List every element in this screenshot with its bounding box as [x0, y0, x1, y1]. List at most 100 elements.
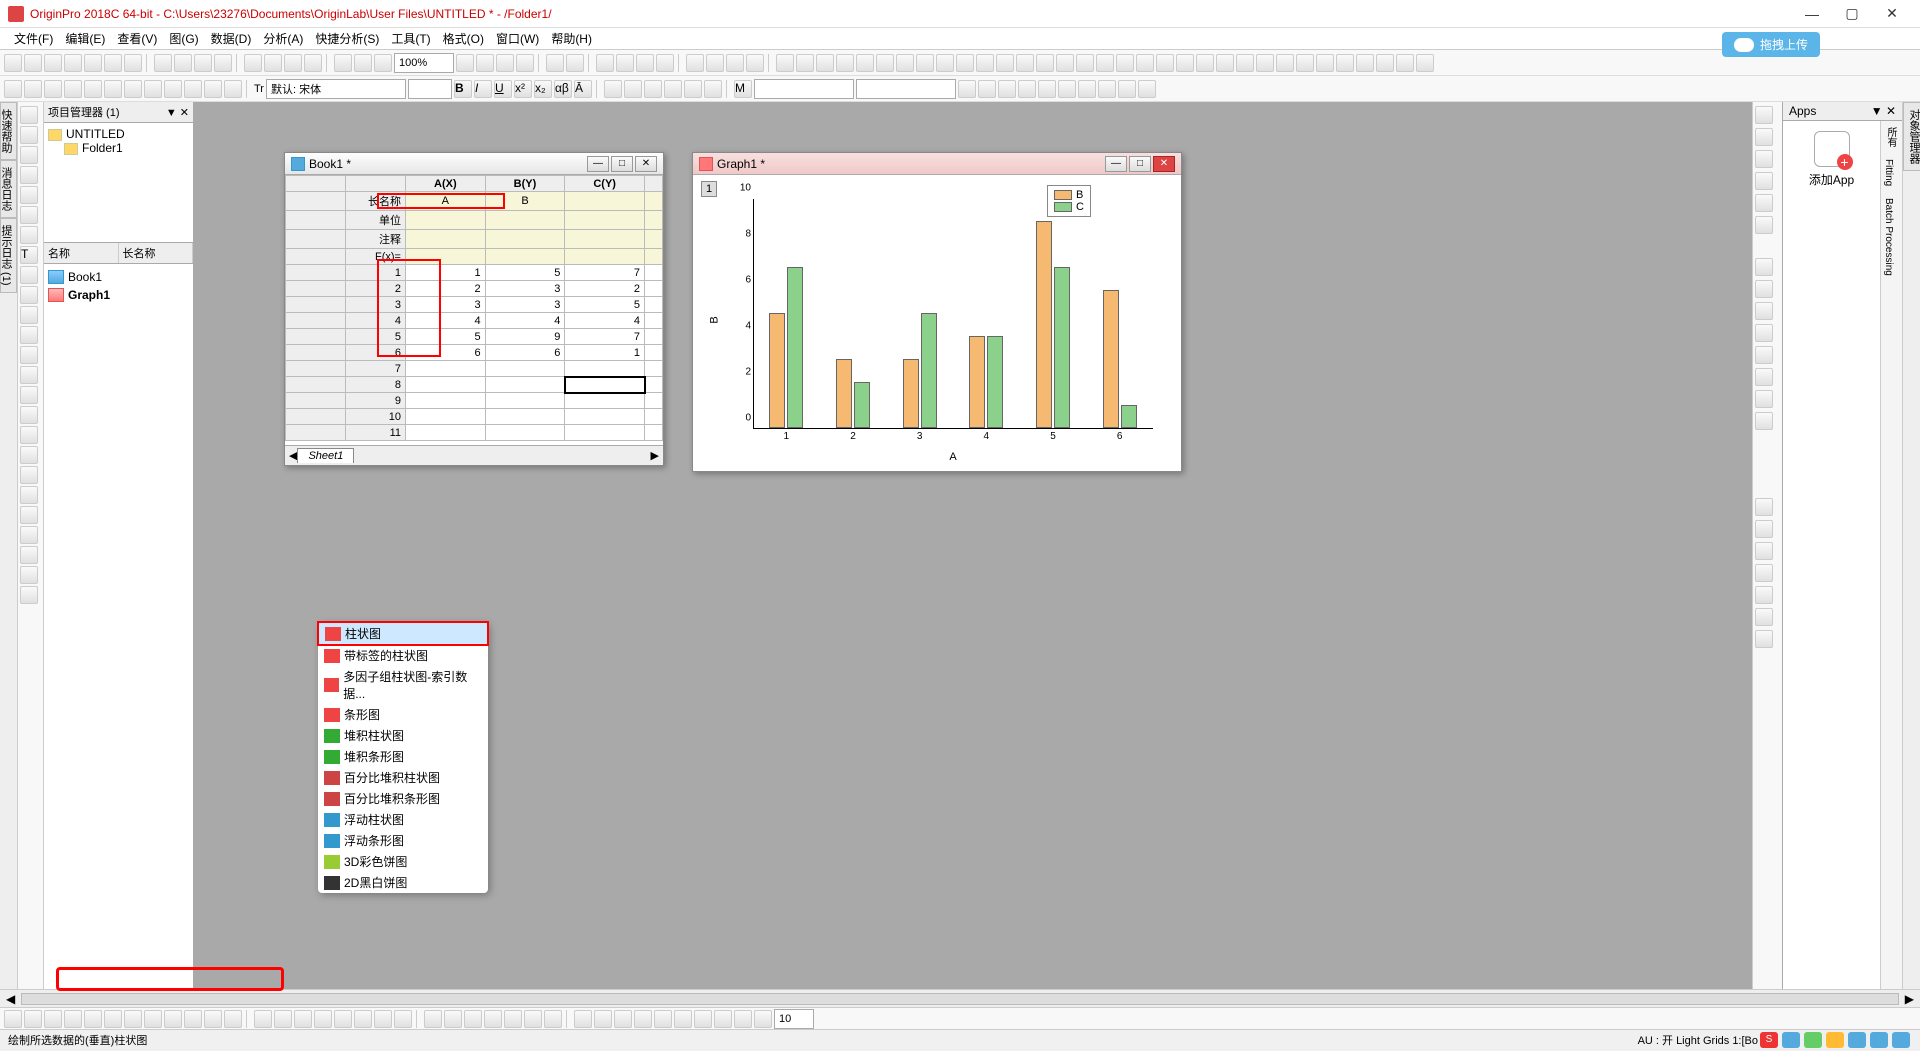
wb-max-button[interactable]: □: [611, 156, 633, 172]
rt-16[interactable]: [1755, 520, 1773, 538]
save-button[interactable]: [194, 54, 212, 72]
lt-3[interactable]: [20, 446, 38, 464]
sidetab-quickhelp[interactable]: 快速帮助: [0, 102, 17, 160]
reader-tool[interactable]: [20, 146, 38, 164]
new-project-button[interactable]: [4, 54, 22, 72]
tb1-22[interactable]: [1196, 54, 1214, 72]
scale-in-button[interactable]: [616, 54, 634, 72]
import-excel-button[interactable]: [284, 54, 302, 72]
tb1-s[interactable]: [746, 54, 764, 72]
bt-16[interactable]: [524, 1010, 542, 1028]
menu-window[interactable]: 窗口(W): [490, 30, 545, 47]
worksheet-grid[interactable]: A(X)B(Y)C(Y)长名称AB单位注释F(x)=11572232333544…: [285, 175, 663, 445]
pe-dropdown-icon[interactable]: ▼ ✕: [166, 106, 189, 119]
bar[interactable]: [969, 336, 985, 428]
align-center-button[interactable]: [624, 80, 642, 98]
print-button[interactable]: [334, 54, 352, 72]
bar[interactable]: [1103, 290, 1119, 428]
arrow-button[interactable]: [104, 80, 122, 98]
font-size-combo[interactable]: [408, 79, 452, 99]
menu-edit[interactable]: 编辑(E): [59, 30, 111, 47]
minimize-button[interactable]: —: [1792, 6, 1832, 22]
popup-item[interactable]: 多因子组柱状图-索引数据...: [318, 666, 488, 704]
tb1-16[interactable]: [1076, 54, 1094, 72]
col-header[interactable]: C(Y): [565, 176, 645, 192]
tb2-2[interactable]: [1058, 80, 1076, 98]
tb1-4[interactable]: [836, 54, 854, 72]
code-builder-button[interactable]: [456, 54, 474, 72]
popup-item[interactable]: 3D彩色饼图: [318, 851, 488, 872]
lt-5[interactable]: [20, 486, 38, 504]
line-style-button[interactable]: [4, 80, 22, 98]
hscroll-right[interactable]: ▶: [1899, 992, 1920, 1006]
style-combo[interactable]: [856, 79, 956, 99]
mask-combo[interactable]: [754, 79, 854, 99]
tb1-8[interactable]: [916, 54, 934, 72]
tb1-x[interactable]: [686, 54, 704, 72]
3d-plot-button[interactable]: [164, 1010, 182, 1028]
rt-12[interactable]: [1755, 368, 1773, 386]
tb1-3[interactable]: [816, 54, 834, 72]
tb1-24[interactable]: [1236, 54, 1254, 72]
tb1-12[interactable]: [996, 54, 1014, 72]
rt-13[interactable]: [1755, 390, 1773, 408]
import-ascii-button[interactable]: [264, 54, 282, 72]
col-header[interactable]: B(Y): [485, 176, 565, 192]
bt-19[interactable]: [594, 1010, 612, 1028]
new-matrix-button[interactable]: [64, 54, 82, 72]
apps-tab-all[interactable]: 所有: [1881, 121, 1900, 153]
cell[interactable]: 5: [485, 265, 565, 281]
tb1-23[interactable]: [1216, 54, 1234, 72]
sub-button[interactable]: x₂: [534, 80, 552, 98]
tray-icon-2[interactable]: [1804, 1032, 1822, 1048]
recalc-button[interactable]: [374, 54, 392, 72]
pe-item-book1[interactable]: Book1: [48, 268, 189, 286]
tray-icon-3[interactable]: [1826, 1032, 1844, 1048]
line-width-button[interactable]: [24, 80, 42, 98]
save-template-button[interactable]: [214, 54, 232, 72]
tb2-b[interactable]: [204, 80, 222, 98]
tb1-13[interactable]: [1016, 54, 1034, 72]
rt-18[interactable]: [1755, 564, 1773, 582]
bt-13[interactable]: [464, 1010, 482, 1028]
rt-19[interactable]: [1755, 586, 1773, 604]
open-template-button[interactable]: [174, 54, 192, 72]
graph-window[interactable]: Graph1 * — □ ✕ 1 B C B 0246810 123456 A: [692, 152, 1182, 472]
bold-button[interactable]: B: [454, 80, 472, 98]
tb2-c[interactable]: [224, 80, 242, 98]
tb1-21[interactable]: [1176, 54, 1194, 72]
layer-mgmt-button[interactable]: [958, 80, 976, 98]
bt-20[interactable]: [614, 1010, 632, 1028]
tb2-a[interactable]: [184, 80, 202, 98]
cell[interactable]: 4: [406, 313, 486, 329]
tb1-10[interactable]: [956, 54, 974, 72]
open-button[interactable]: [154, 54, 172, 72]
arrow-tool[interactable]: [20, 266, 38, 284]
line-tool[interactable]: [20, 286, 38, 304]
lt-2[interactable]: [20, 426, 38, 444]
import-wizard-button[interactable]: [244, 54, 262, 72]
zoom-combo[interactable]: 100%: [394, 53, 454, 73]
lt-7[interactable]: [20, 526, 38, 544]
bar[interactable]: [1036, 221, 1052, 428]
cell[interactable]: 6: [485, 345, 565, 361]
tb1-25[interactable]: [1256, 54, 1274, 72]
bt-4[interactable]: [274, 1010, 292, 1028]
data-selector-tool[interactable]: [20, 186, 38, 204]
tb1-20[interactable]: [1156, 54, 1174, 72]
bt-14[interactable]: [484, 1010, 502, 1028]
cell[interactable]: 3: [485, 281, 565, 297]
tb2-6[interactable]: [1138, 80, 1156, 98]
cell[interactable]: 2: [406, 281, 486, 297]
bt-22[interactable]: [654, 1010, 672, 1028]
tb1-17[interactable]: [1096, 54, 1114, 72]
bar[interactable]: [1121, 405, 1137, 428]
line-plot-button[interactable]: [4, 1010, 22, 1028]
cell[interactable]: 4: [565, 313, 645, 329]
gr-close-button[interactable]: ✕: [1153, 156, 1175, 172]
rt-7[interactable]: [1755, 258, 1773, 276]
popup-item[interactable]: 堆积柱状图: [318, 725, 488, 746]
tb2-4[interactable]: [1098, 80, 1116, 98]
popup-item[interactable]: 百分比堆积条形图: [318, 788, 488, 809]
cell[interactable]: 4: [485, 313, 565, 329]
